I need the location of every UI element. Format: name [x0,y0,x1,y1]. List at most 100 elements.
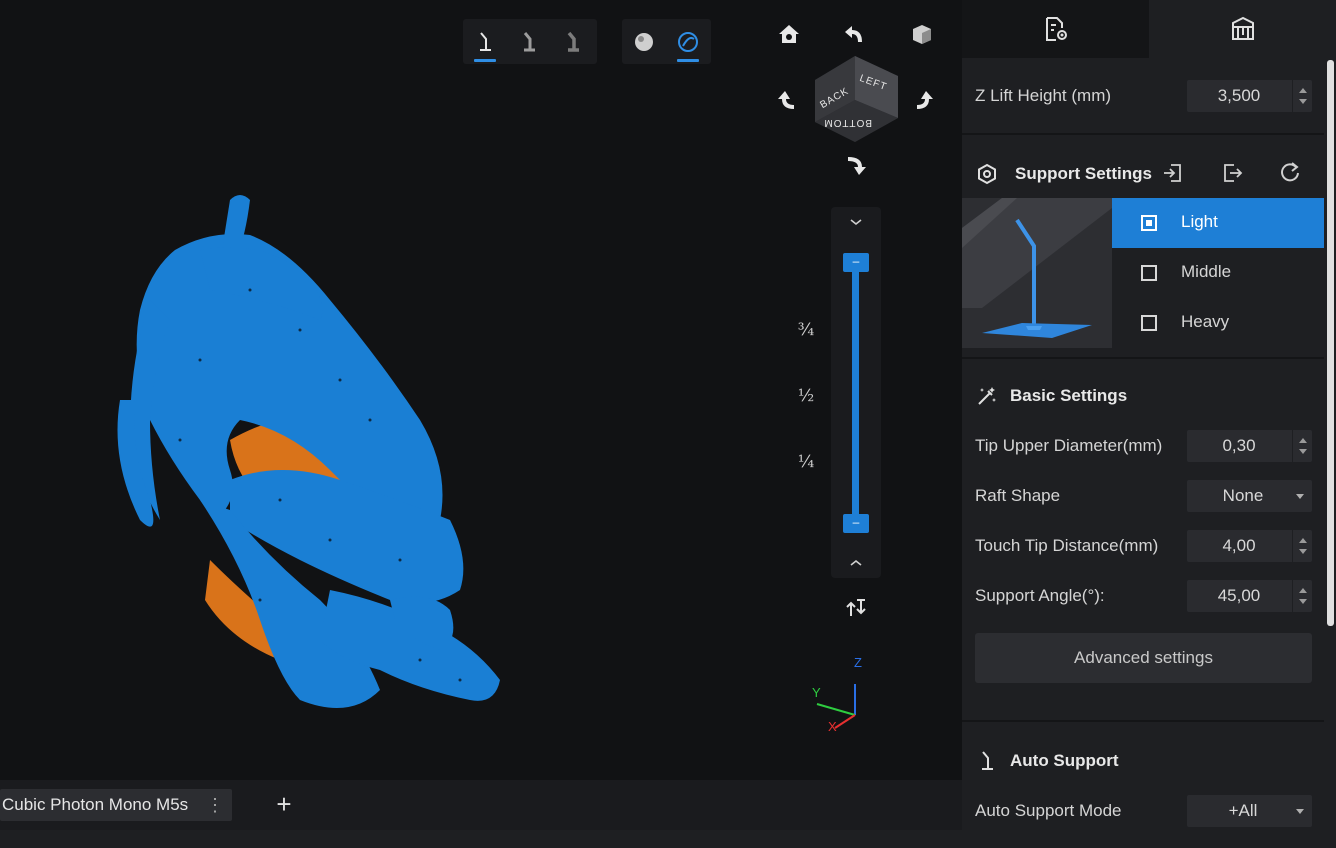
raft-shape-row: Raft Shape None [962,476,1324,516]
auto-support-mode-value[interactable]: +All [1187,801,1299,821]
axis-y-label: Y [812,685,821,700]
rotate-left-button[interactable] [771,82,807,118]
rotate-down-button[interactable] [837,148,873,184]
undo-view-button[interactable] [837,16,873,52]
home-view-button[interactable] [771,16,807,52]
tip-upper-diameter-input[interactable]: 0,30 [1187,430,1312,462]
divider [962,720,1324,722]
support-heavy-button[interactable] [551,19,595,64]
tab-support-settings[interactable] [1149,0,1336,58]
view-mode-toolbar [622,19,711,64]
support-middle-icon [523,31,535,51]
raft-shape-select[interactable]: None [1187,480,1312,512]
slider-mark-half: ½ [797,386,815,406]
support-light-button[interactable] [463,19,507,64]
tip-upper-diameter-stepper[interactable] [1292,430,1312,462]
tip-upper-diameter-value[interactable]: 0,30 [1187,436,1291,456]
auto-support-mode-label: Auto Support Mode [975,801,1122,820]
panel-scrollbar[interactable] [1325,58,1336,830]
caret-down-icon[interactable] [1296,809,1304,814]
support-settings-title: Support Settings [1015,164,1152,183]
reset-preset-button[interactable] [1278,161,1302,185]
divider [962,357,1324,359]
stepper-down-icon[interactable] [1299,599,1307,604]
stepper-down-icon[interactable] [1299,99,1307,104]
preset-heavy[interactable]: Heavy [1112,298,1324,348]
stepper-up-icon[interactable] [1299,538,1307,543]
z-lift-stepper[interactable] [1292,80,1312,112]
add-printer-button[interactable]: + [270,789,298,821]
slider-mark-quarter: ¼ [797,452,815,472]
support-angle-stepper[interactable] [1292,580,1312,612]
slider-top-handle[interactable]: – [843,253,869,272]
preset-heavy-checkbox[interactable] [1141,315,1157,331]
support-middle-button[interactable] [507,19,551,64]
preset-middle[interactable]: Middle [1112,248,1324,298]
view-cube[interactable]: LEFT BACK BOTTOM [812,52,902,147]
slider-track[interactable] [852,262,859,524]
stepper-up-icon[interactable] [1299,438,1307,443]
printer-tab[interactable]: Cubic Photon Mono M5s ⋮ [0,789,232,821]
support-heavy-icon [567,31,579,52]
touch-tip-distance-value[interactable]: 4,00 [1187,536,1291,556]
printer-tab-bar: Cubic Photon Mono M5s ⋮ + [0,780,962,830]
basic-settings-icon [975,384,999,408]
perspective-button[interactable] [904,16,940,52]
view-cube-bottom-face[interactable]: BOTTOM [823,117,872,128]
z-lift-value[interactable]: 3,500 [1187,86,1291,106]
touch-tip-distance-input[interactable]: 4,00 [1187,530,1312,562]
scrollbar-thumb[interactable] [1327,60,1334,626]
rotate-right-button[interactable] [904,82,940,118]
preset-middle-checkbox[interactable] [1141,265,1157,281]
auto-support-icon [975,749,999,773]
auto-support-mode-select[interactable]: +All [1187,795,1312,827]
hexagon-gear-icon [978,163,996,185]
tip-upper-diameter-label: Tip Upper Diameter(mm) [975,436,1163,455]
stepper-down-icon[interactable] [1299,449,1307,454]
xray-view-button[interactable] [666,19,710,64]
preset-middle-label: Middle [1181,262,1232,281]
preset-light[interactable]: Light [1112,198,1324,248]
support-mode-toolbar [463,19,597,64]
home-icon [779,25,799,43]
layer-range-slider[interactable]: – – [831,207,881,578]
rotate-down-icon [848,157,866,175]
support-light-icon [982,751,993,770]
advanced-settings-button[interactable]: Advanced settings [975,633,1312,683]
status-strip [0,830,1336,848]
z-lift-input[interactable]: 3,500 [1187,80,1312,112]
support-preview-image [962,198,1112,348]
tab-slice-settings[interactable] [962,0,1149,58]
caret-down-icon[interactable] [1296,494,1304,499]
cube-view-icon [913,25,931,44]
axis-x-label: X [828,719,837,732]
more-options-icon[interactable]: ⋮ [206,789,224,821]
axis-gizmo: Z Y X [812,655,862,732]
rotate-right-icon [917,91,933,109]
touch-tip-distance-stepper[interactable] [1292,530,1312,562]
support-angle-value[interactable]: 45,00 [1187,586,1291,606]
touch-tip-distance-label: Touch Tip Distance(mm) [975,536,1159,555]
export-preset-button[interactable] [1220,161,1244,185]
stepper-up-icon[interactable] [1299,588,1307,593]
z-lift-row: Z Lift Height (mm) 3,500 [962,76,1324,116]
slider-mark-three-quarter: ¾ [797,320,815,340]
solid-view-button[interactable] [622,19,666,64]
3d-viewport[interactable]: LEFT BACK BOTTOM – – ¾ ½ ¼ Z Y X [0,0,962,780]
import-icon [1164,164,1181,182]
swap-layers-button[interactable] [838,590,874,626]
support-angle-input[interactable]: 45,00 [1187,580,1312,612]
chevron-down-icon[interactable] [849,217,863,227]
stepper-down-icon[interactable] [1299,549,1307,554]
chevron-up-icon[interactable] [849,558,863,568]
divider [962,133,1324,135]
tip-upper-diameter-row: Tip Upper Diameter(mm) 0,30 [962,426,1324,466]
slider-bottom-handle[interactable]: – [843,514,869,533]
import-preset-button[interactable] [1161,161,1185,185]
support-preview-graphic [962,198,1112,338]
preset-light-checkbox[interactable] [1141,215,1157,231]
axis-z-label: Z [854,655,862,670]
raft-shape-value[interactable]: None [1187,486,1299,506]
stepper-up-icon[interactable] [1299,88,1307,93]
printer-name: Cubic Photon Mono M5s [2,795,189,814]
